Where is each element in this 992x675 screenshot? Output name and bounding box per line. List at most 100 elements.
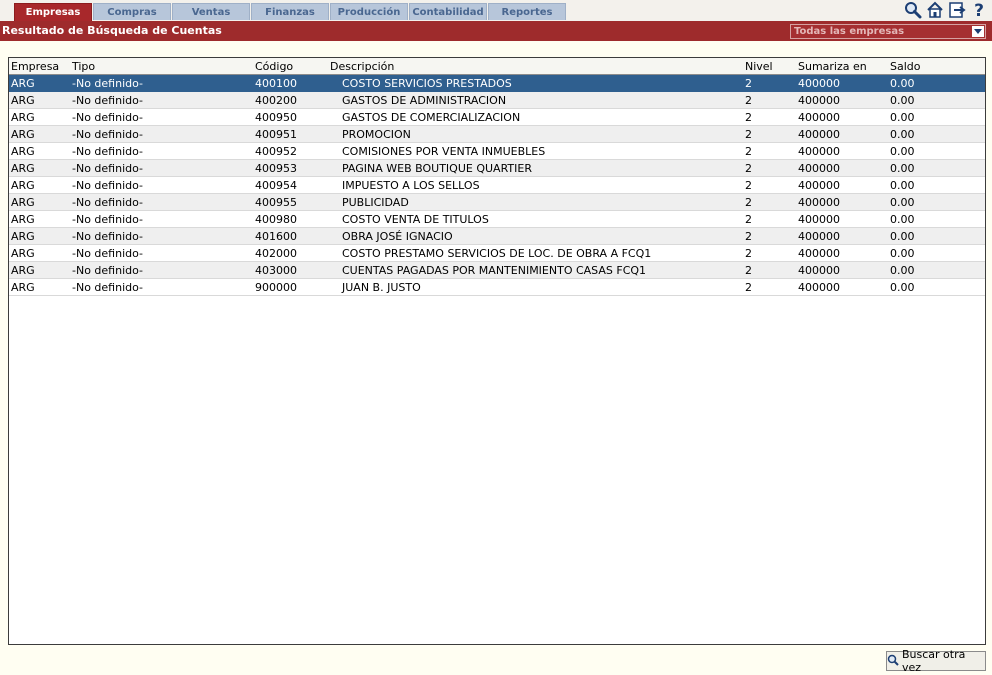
- cell-saldo: 0.00: [890, 145, 915, 158]
- cell-descripcion: CUENTAS PAGADAS POR MANTENIMIENTO CASAS …: [342, 264, 647, 277]
- cell-codigo: 400954: [255, 179, 297, 192]
- cell-nivel: 2: [745, 281, 752, 294]
- cell-empresa: ARG: [11, 179, 35, 192]
- column-header-codigo[interactable]: Código: [255, 58, 293, 75]
- module-tabs: Empresas Compras Ventas Finanzas Producc…: [14, 3, 567, 21]
- home-icon[interactable]: [924, 0, 946, 20]
- cell-empresa: ARG: [11, 230, 35, 243]
- cell-saldo: 0.00: [890, 77, 915, 90]
- cell-descripcion: IMPUESTO A LOS SELLOS: [342, 179, 480, 192]
- cell-tipo: -No definido-: [72, 230, 144, 243]
- table-row[interactable]: ARG -No definido- 403000 CUENTAS PAGADAS PO…: [9, 262, 985, 279]
- cell-empresa: ARG: [11, 264, 35, 277]
- cell-sumariza: 400000: [798, 281, 840, 294]
- cell-codigo: 400953: [255, 162, 297, 175]
- cell-sumariza: 400000: [798, 162, 840, 175]
- search-again-button[interactable]: Buscar otra vez: [886, 648, 986, 674]
- cell-descripcion: COSTO PRESTAMO SERVICIOS DE LOC. DE OBRA…: [342, 247, 652, 260]
- tab-finanzas[interactable]: Finanzas: [251, 3, 329, 20]
- table-row[interactable]: ARG -No definido- 400952 COMISIONES POR VEN…: [9, 143, 985, 160]
- cell-tipo: -No definido-: [72, 94, 144, 107]
- tab-empresas[interactable]: Empresas: [14, 3, 92, 21]
- cell-saldo: 0.00: [890, 196, 915, 209]
- cell-nivel: 2: [745, 264, 752, 277]
- column-header-nivel[interactable]: Nivel: [745, 58, 773, 75]
- column-header-empresa[interactable]: Empresa: [11, 58, 59, 75]
- toolbar-icons: ?: [902, 0, 990, 20]
- cell-empresa: ARG: [11, 145, 35, 158]
- cell-empresa: ARG: [11, 94, 35, 107]
- cell-descripcion: PROMOCION: [342, 128, 411, 141]
- cell-sumariza: 400000: [798, 94, 840, 107]
- cell-nivel: 2: [745, 94, 752, 107]
- cell-sumariza: 400000: [798, 77, 840, 90]
- company-dropdown[interactable]: Todas las empresas: [790, 24, 986, 39]
- table-row[interactable]: ARG -No definido- 900000 JUAN B. JUSTO 2 4000…: [9, 279, 985, 296]
- table-row[interactable]: ARG -No definido- 402000 COSTO PRESTAMO SER…: [9, 245, 985, 262]
- table-row[interactable]: ARG -No definido- 400955 PUBLICIDAD 2 400000 0…: [9, 194, 985, 211]
- cell-descripcion: OBRA JOSÉ IGNACIO: [342, 230, 453, 243]
- cell-codigo: 900000: [255, 281, 297, 294]
- tab-contabilidad[interactable]: Contabilidad: [409, 3, 487, 20]
- table-row[interactable]: ARG -No definido- 400953 PAGINA WEB BOUTIQU…: [9, 160, 985, 177]
- column-header-saldo[interactable]: Saldo: [890, 58, 921, 75]
- cell-sumariza: 400000: [798, 230, 840, 243]
- cell-descripcion: COSTO VENTA DE TITULOS: [342, 213, 489, 226]
- cell-nivel: 2: [745, 196, 752, 209]
- table-row[interactable]: ARG -No definido- 401600 OBRA JOSÉ IGNACIO 2…: [9, 228, 985, 245]
- cell-nivel: 2: [745, 247, 752, 260]
- search-icon[interactable]: [902, 0, 924, 20]
- cell-descripcion: JUAN B. JUSTO: [342, 281, 421, 294]
- cell-codigo: 402000: [255, 247, 297, 260]
- cell-tipo: -No definido-: [72, 281, 144, 294]
- cell-nivel: 2: [745, 145, 752, 158]
- cell-codigo: 403000: [255, 264, 297, 277]
- cell-nivel: 2: [745, 213, 752, 226]
- cell-codigo: 401600: [255, 230, 297, 243]
- page-title: Resultado de Búsqueda de Cuentas: [2, 24, 222, 37]
- cell-descripcion: PAGINA WEB BOUTIQUE QUARTIER: [342, 162, 532, 175]
- help-icon[interactable]: ?: [968, 0, 990, 20]
- cell-codigo: 400955: [255, 196, 297, 209]
- svg-text:?: ?: [974, 1, 984, 19]
- cell-sumariza: 400000: [798, 179, 840, 192]
- top-menu-bar: Empresas Compras Ventas Finanzas Producc…: [0, 0, 992, 21]
- cell-nivel: 2: [745, 77, 752, 90]
- tab-produccion[interactable]: Producción: [330, 3, 408, 20]
- tab-compras[interactable]: Compras: [93, 3, 171, 20]
- chevron-down-icon[interactable]: [972, 26, 984, 37]
- cell-nivel: 2: [745, 128, 752, 141]
- cell-codigo: 400980: [255, 213, 297, 226]
- cell-nivel: 2: [745, 111, 752, 124]
- table-row[interactable]: ARG -No definido- 400951 PROMOCION 2 400000 0.…: [9, 126, 985, 143]
- cell-tipo: -No definido-: [72, 128, 144, 141]
- table-row[interactable]: ARG -No definido- 400954 IMPUESTO A LOS SEL…: [9, 177, 985, 194]
- column-header-sumariza[interactable]: Sumariza en: [798, 58, 867, 75]
- cell-codigo: 400950: [255, 111, 297, 124]
- cell-saldo: 0.00: [890, 111, 915, 124]
- cell-saldo: 0.00: [890, 230, 915, 243]
- cell-saldo: 0.00: [890, 128, 915, 141]
- title-bar: Resultado de Búsqueda de Cuentas Todas l…: [0, 21, 992, 41]
- table-row[interactable]: ARG -No definido- 400100 COSTO SERVICIOS PR…: [9, 75, 985, 92]
- table-row[interactable]: ARG -No definido- 400980 COSTO VENTA DE TIT…: [9, 211, 985, 228]
- tab-reportes[interactable]: Reportes: [488, 3, 566, 20]
- table-row[interactable]: ARG -No definido- 400950 GASTOS DE COMERCIA…: [9, 109, 985, 126]
- cell-codigo: 400100: [255, 77, 297, 90]
- column-header-tipo[interactable]: Tipo: [72, 58, 95, 75]
- cell-saldo: 0.00: [890, 213, 915, 226]
- cell-empresa: ARG: [11, 128, 35, 141]
- column-header-descripcion[interactable]: Descripción: [330, 58, 394, 75]
- cell-descripcion: GASTOS DE COMERCIALIZACION: [342, 111, 521, 124]
- table-row[interactable]: ARG -No definido- 400200 GASTOS DE ADMINIST…: [9, 92, 985, 109]
- cell-sumariza: 400000: [798, 145, 840, 158]
- cell-tipo: -No definido-: [72, 196, 144, 209]
- cell-tipo: -No definido-: [72, 77, 144, 90]
- cell-empresa: ARG: [11, 162, 35, 175]
- tab-ventas[interactable]: Ventas: [172, 3, 250, 20]
- cell-nivel: 2: [745, 230, 752, 243]
- cell-codigo: 400200: [255, 94, 297, 107]
- cell-sumariza: 400000: [798, 196, 840, 209]
- cell-tipo: -No definido-: [72, 264, 144, 277]
- exit-icon[interactable]: [946, 0, 968, 20]
